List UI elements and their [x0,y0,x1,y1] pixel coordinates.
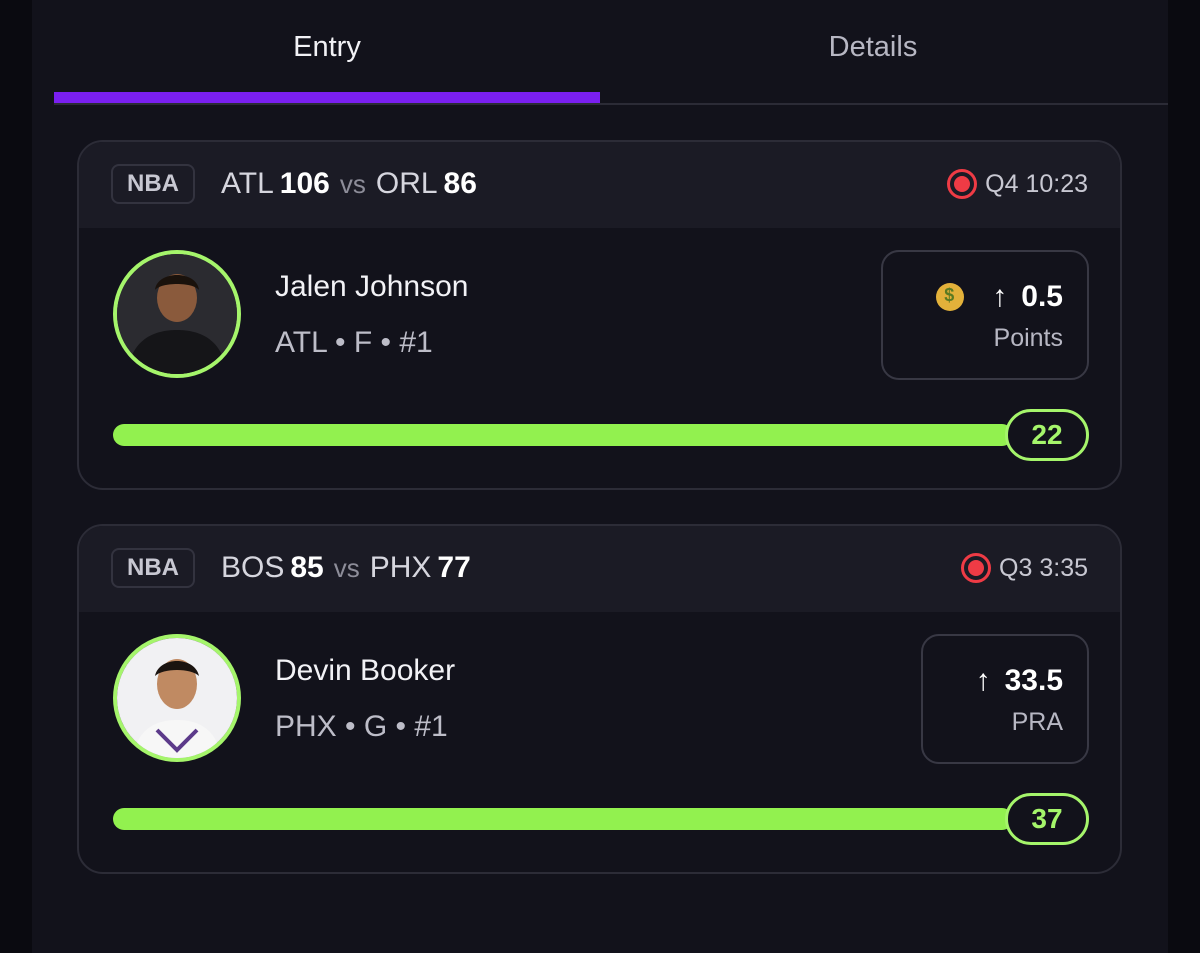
matchup-score: ATL 106 vs ORL 86 [221,164,477,204]
period-time: Q4 10:23 [985,169,1088,198]
player-name: Devin Booker [275,654,456,687]
player-meta: ATL • F • #1 [275,326,433,359]
pick-line: ↑ 0.5 [936,280,1063,314]
right-edge [1168,0,1200,953]
tab-entry[interactable]: Entry [54,0,600,94]
player-name: Jalen Johnson [275,270,469,303]
away-team: PHX [369,551,432,584]
league-badge: NBA [111,164,195,204]
pick-card[interactable]: NBA ATL 106 vs ORL 86 Q4 10:23 Jalen Joh… [77,140,1122,490]
progress-bar [113,808,1013,830]
stat-type: PRA [1011,708,1063,736]
player-avatar [113,634,241,762]
tab-bar: Entry Details [54,0,1168,105]
arrow-up-icon: ↑ [992,280,1008,313]
money-mouth-face-icon [936,283,965,311]
home-team: BOS [221,551,285,584]
vs-label: vs [333,552,360,583]
home-score: 85 [290,551,324,584]
player-headshot-icon [117,254,237,374]
game-header: NBA ATL 106 vs ORL 86 Q4 10:23 [79,142,1120,228]
player-meta: PHX • G • #1 [275,710,448,743]
game-clock: Q3 3:35 [961,548,1088,588]
vs-label: vs [339,168,366,199]
home-score: 106 [279,167,330,200]
away-score: 77 [437,551,471,584]
arrow-up-icon: ↑ [975,664,991,697]
left-edge [0,0,32,953]
active-tab-indicator [54,92,600,103]
player-avatar [113,250,241,378]
live-icon [947,169,978,199]
tab-details[interactable]: Details [600,0,1146,94]
league-badge: NBA [111,548,195,588]
home-team: ATL [221,167,274,200]
stat-type: Points [993,324,1063,352]
pick-card[interactable]: NBA BOS 85 vs PHX 77 Q3 3:35 Devin Booke… [77,524,1122,874]
line-value: 33.5 [1004,664,1063,697]
line-value: 0.5 [1021,280,1063,313]
game-header: NBA BOS 85 vs PHX 77 Q3 3:35 [79,526,1120,612]
away-team: ORL [375,167,438,200]
progress-bar [113,424,1013,446]
away-score: 86 [443,167,477,200]
pick-line: ↑ 33.5 [976,664,1063,698]
current-stat-badge: 37 [1005,793,1089,845]
matchup-score: BOS 85 vs PHX 77 [221,548,471,588]
current-stat-badge: 22 [1005,409,1089,461]
player-headshot-icon [117,638,237,758]
tab-divider [54,103,1168,105]
period-time: Q3 3:35 [999,553,1088,582]
pick-selection[interactable]: ↑ 0.5 Points [881,250,1089,380]
pick-selection[interactable]: ↑ 33.5 PRA [921,634,1089,764]
game-clock: Q4 10:23 [947,164,1088,204]
live-icon [961,553,992,583]
